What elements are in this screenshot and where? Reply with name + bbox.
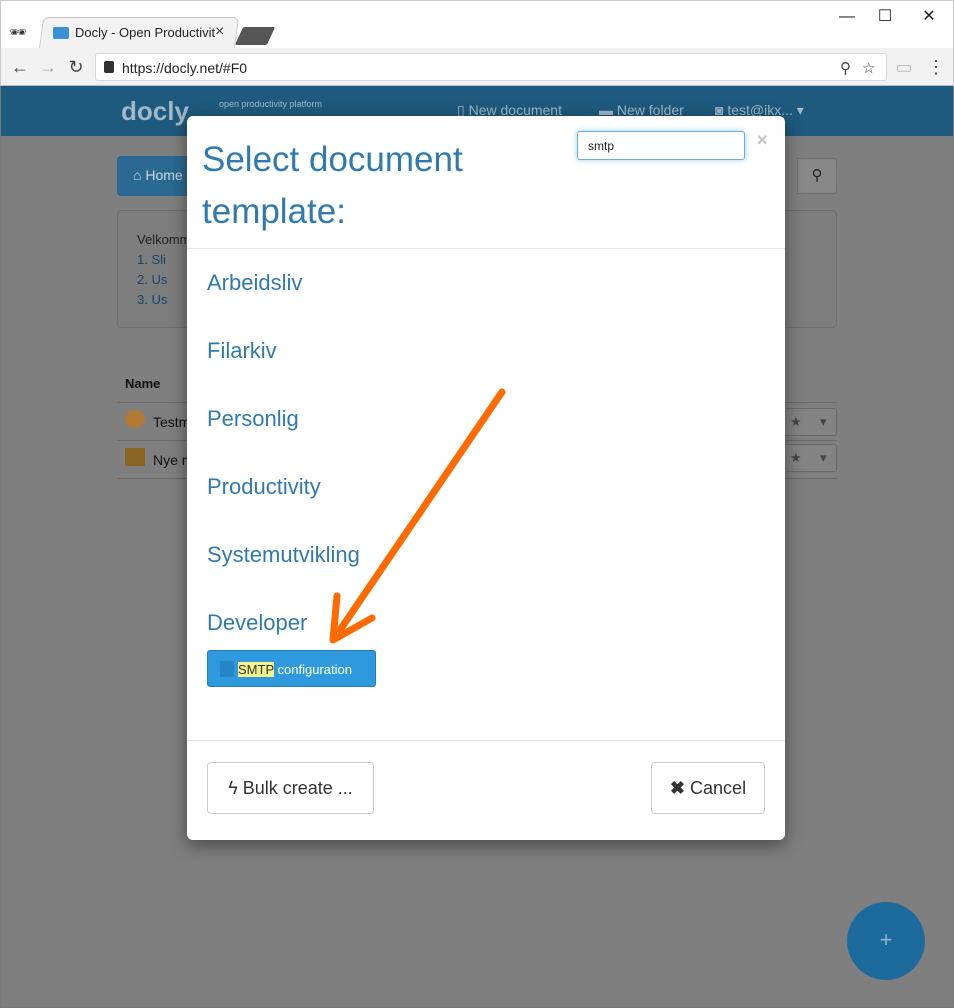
bookmark-star-icon[interactable]: ☆: [862, 59, 875, 77]
add-fab-button[interactable]: +: [847, 902, 925, 980]
table-row[interactable]: Testm: [153, 414, 190, 430]
incognito-icon: 🕶: [9, 24, 27, 40]
tab-close-icon[interactable]: ×: [215, 23, 224, 41]
template-search-input[interactable]: [577, 131, 745, 160]
docly-favicon-icon: [53, 27, 69, 39]
browser-tab-strip: 🕶 Docly - Open Productivity × — ☐ ✕: [0, 0, 954, 49]
lock-icon: [104, 61, 114, 73]
back-icon[interactable]: ←: [7, 54, 33, 80]
modal-header-divider: [187, 248, 785, 249]
document-icon: [220, 661, 234, 677]
bulk-create-label: Bulk create ...: [242, 778, 353, 798]
browser-toolbar: ← → ↻ https://docly.net/#F0 ⚲ ☆ ▭ ⋮: [0, 48, 954, 86]
cancel-label: Cancel: [690, 778, 747, 798]
row-actions[interactable]: ★ ▾: [783, 408, 837, 436]
folder-icon: [125, 448, 145, 466]
close-window-button[interactable]: ✕: [909, 5, 949, 29]
logo-tagline: open productivity platform: [219, 99, 323, 109]
bulk-create-button[interactable]: ϟ Bulk create ...: [207, 762, 374, 814]
smtp-configuration-template-button[interactable]: SMTP configuration: [207, 650, 376, 687]
category-filarkiv[interactable]: Filarkiv: [207, 338, 277, 364]
category-systemutvikling[interactable]: Systemutvikling: [207, 542, 360, 568]
close-icon[interactable]: ×: [757, 130, 768, 151]
lightning-icon: ϟ: [228, 778, 238, 798]
modal-footer-divider: [187, 740, 785, 741]
category-developer[interactable]: Developer: [207, 610, 307, 636]
select-template-modal: Select document template: × Arbeidsliv F…: [187, 116, 785, 840]
globe-icon: [125, 410, 145, 428]
welcome-link[interactable]: 3. Us: [137, 292, 167, 307]
browser-tab[interactable]: Docly - Open Productivity ×: [47, 17, 237, 49]
template-name-rest: configuration: [273, 662, 352, 677]
maximize-button[interactable]: ☐: [865, 5, 905, 29]
welcome-link[interactable]: 2. Us: [137, 272, 167, 287]
cast-icon[interactable]: ▭: [891, 54, 917, 80]
address-bar[interactable]: https://docly.net/#F0 ⚲ ☆: [95, 53, 887, 81]
welcome-text: Velkomm: [137, 232, 191, 247]
search-match-highlight: SMTP: [238, 662, 274, 677]
menu-dots-icon[interactable]: ⋮: [923, 54, 949, 80]
cancel-x-icon: ✖: [669, 778, 686, 798]
modal-title: Select document template:: [202, 140, 463, 231]
category-personlig[interactable]: Personlig: [207, 406, 299, 432]
welcome-link[interactable]: 1. Sli: [137, 252, 166, 267]
cancel-button[interactable]: ✖ Cancel: [651, 762, 765, 814]
url-text: https://docly.net/#F0: [122, 60, 248, 76]
search-icon[interactable]: ⚲: [797, 158, 837, 194]
minimize-button[interactable]: —: [827, 5, 867, 29]
forward-icon[interactable]: →: [35, 54, 61, 80]
tab-title: Docly - Open Productivity: [75, 25, 215, 40]
category-arbeidsliv[interactable]: Arbeidsliv: [207, 270, 302, 296]
category-productivity[interactable]: Productivity: [207, 474, 321, 500]
home-label: Home: [145, 167, 183, 183]
name-column-header[interactable]: Name: [125, 376, 160, 391]
docly-logo[interactable]: docly: [121, 96, 189, 127]
row-actions[interactable]: ★ ▾: [783, 444, 837, 472]
reload-icon[interactable]: ↻: [63, 54, 89, 80]
home-button[interactable]: ⌂ Home: [117, 156, 197, 196]
new-tab-button[interactable]: [234, 27, 276, 45]
extension-icon[interactable]: ⚲: [840, 59, 851, 77]
